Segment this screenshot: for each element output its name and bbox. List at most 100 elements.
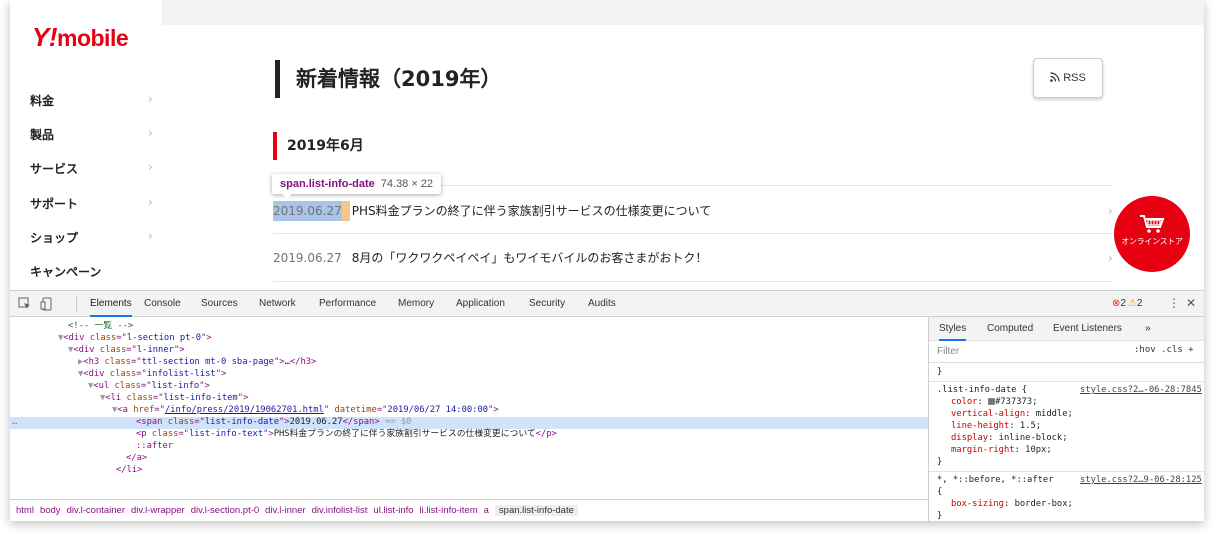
rule-header: .list-info-date { style.css?2…-06-28:7845 [937, 384, 1204, 396]
rss-button[interactable]: RSS [1033, 58, 1103, 98]
tab-audits[interactable]: Audits [588, 291, 616, 317]
dom-node[interactable]: ▼<div class="infolist-list"> [10, 369, 928, 381]
dom-node-selected[interactable]: … <span class="list-info-date">2019.06.27… [10, 417, 928, 429]
rss-icon [1050, 72, 1060, 82]
tab-event-listeners[interactable]: Event Listeners [1053, 317, 1122, 341]
breadcrumb-item[interactable]: ul.list-info [373, 505, 413, 516]
nav-label: サポート [30, 197, 79, 211]
rule-divider [929, 381, 1204, 382]
tab-sources[interactable]: Sources [201, 291, 238, 317]
nav-item-services[interactable]: サービス › [30, 160, 153, 180]
dom-node[interactable]: </a> [10, 453, 928, 465]
top-strip [162, 0, 1204, 25]
news-text: 8月の「ワクワクペイペイ」もワイモバイルのお客さまがおトク！ [351, 251, 708, 265]
breadcrumb-item[interactable]: body [40, 505, 61, 516]
nav-label: キャンペーン [30, 265, 102, 279]
device-toolbar-icon[interactable] [40, 297, 54, 311]
inspect-tooltip: span.list-info-date 74.38 × 22 [272, 174, 442, 199]
warning-icon: ⚠ [1127, 298, 1137, 309]
shopping-cart-icon [1140, 215, 1165, 233]
dom-node[interactable]: ::after [10, 441, 928, 453]
tab-security[interactable]: Security [529, 291, 565, 317]
more-tabs-icon[interactable]: » [1145, 317, 1151, 341]
tab-application[interactable]: Application [456, 291, 505, 317]
nav-item-products[interactable]: 製品 › [30, 126, 153, 146]
dom-node[interactable]: <!-- 一覧 --> [10, 321, 928, 333]
nav-label: サービス [30, 162, 79, 176]
close-icon[interactable]: ✕ [1186, 296, 1196, 310]
tooltip-arrow [282, 193, 292, 199]
style-brace: } [937, 457, 943, 467]
tab-console[interactable]: Console [144, 291, 181, 317]
css-property[interactable]: margin-right: 10px; [937, 444, 1204, 456]
breadcrumb-item[interactable]: li.list-info-item [420, 505, 478, 516]
error-count: 2 [1120, 298, 1126, 309]
breadcrumb-item[interactable]: a [484, 505, 489, 516]
news-text: PHS料金プランの終了に伴う家族割引サービスの仕様変更について [351, 204, 712, 218]
rule-divider [929, 471, 1204, 472]
breadcrumb-item-current[interactable]: span.list-info-date [494, 505, 578, 516]
divider [273, 281, 1113, 282]
filter-options[interactable]: :hov .cls + [1134, 345, 1194, 355]
tab-performance[interactable]: Performance [319, 291, 376, 317]
dom-node[interactable]: ▼<div class="l-section pt-0"> [10, 333, 928, 345]
dom-node[interactable]: </li> [10, 465, 928, 477]
nav-item-price[interactable]: 料金 › [30, 92, 153, 112]
logo-mark: Y! [32, 22, 58, 52]
browser-window: Y!mobile 料金 › 製品 › サービス › サポート › ショップ › キャンペー… [10, 0, 1204, 521]
divider [273, 233, 1113, 234]
dom-node[interactable]: ▼<div class="l-inner"> [10, 345, 928, 357]
styles-filter-input[interactable]: Filter :hov .cls + [929, 341, 1204, 363]
dom-node[interactable]: ▼<li class="list-info-item"> [10, 393, 928, 405]
nav-item-campaign[interactable]: キャンペーン [30, 263, 152, 283]
dom-node[interactable]: ▼<ul class="list-info"> [10, 381, 928, 393]
elements-tree: <!-- 一覧 --> ▼<div class="l-section pt-0"… [10, 317, 928, 499]
breadcrumb-item[interactable]: div.l-inner [265, 505, 305, 516]
tab-styles[interactable]: Styles [939, 317, 967, 341]
css-property[interactable]: color: #737373; [937, 396, 1204, 408]
rule-source-link[interactable]: style.css?2…9-06-28:125 [1080, 474, 1202, 486]
tab-memory[interactable]: Memory [398, 291, 434, 317]
tooltip-selector: span.list-info-date [280, 178, 375, 190]
news-item[interactable]: 2019.06.27 8月の「ワクワクペイペイ」もワイモバイルのお客さまがおトク！… [273, 248, 1118, 268]
css-property[interactable]: box-sizing: border-box; [937, 498, 1204, 510]
tab-network[interactable]: Network [259, 291, 296, 317]
breadcrumb-item[interactable]: html [16, 505, 34, 516]
css-property[interactable]: display: inline-block; [937, 432, 1204, 444]
ymobile-logo[interactable]: Y!mobile [32, 22, 129, 53]
dom-node[interactable]: <p class="list-info-text">PHS料金プランの終了に伴う… [10, 429, 928, 441]
rule-source-link[interactable]: style.css?2…-06-28:7845 [1080, 384, 1202, 396]
rule-selector: .list-info-date { [937, 385, 1028, 395]
tooltip-size: 74.38 × 22 [380, 178, 434, 190]
issue-counts[interactable]: ⊗2 ⚠2 [1112, 298, 1142, 309]
css-property[interactable]: line-height: 1.5; [937, 420, 1204, 432]
breadcrumb-item[interactable]: div.l-container [67, 505, 125, 516]
more-dots-icon: … [12, 417, 18, 427]
chevron-right-icon: › [1108, 251, 1113, 265]
news-date: 2019.06.27 [273, 201, 342, 221]
breadcrumb-item[interactable]: div.infolist-list [312, 505, 368, 516]
dom-node[interactable]: ▶<h3 class="ttl-section mt-0 sba-page">…… [10, 357, 928, 369]
news-date: 2019.06.27 [273, 251, 342, 265]
nav-item-support[interactable]: サポート › [30, 195, 153, 215]
tab-elements[interactable]: Elements [90, 291, 132, 317]
toolbar-separator [76, 296, 77, 312]
css-property[interactable]: vertical-align: middle; [937, 408, 1204, 420]
page-title: 新着情報（2019年） [275, 60, 501, 98]
nav-label: ショップ [30, 231, 79, 245]
style-brace: { [937, 487, 943, 497]
web-page: Y!mobile 料金 › 製品 › サービス › サポート › ショップ › キャンペー… [10, 0, 1204, 290]
more-options-icon[interactable]: ⋮ [1168, 296, 1180, 310]
breadcrumb-item[interactable]: div.l-wrapper [131, 505, 185, 516]
devtools-panel: Elements Console Sources Network Perform… [10, 290, 1204, 521]
tab-computed[interactable]: Computed [987, 317, 1033, 341]
inspect-element-icon[interactable] [18, 297, 32, 311]
filter-placeholder: Filter [937, 346, 960, 357]
breadcrumb: html body div.l-container div.l-wrapper div.… [10, 499, 928, 521]
online-store-button[interactable]: オンラインストア [1114, 196, 1190, 272]
dom-node[interactable]: ▼<a href="/info/press/2019/19062701.html… [10, 405, 928, 417]
news-item[interactable]: 2019.06.27 PHS料金プランの終了に伴う家族割引サービスの仕様変更につい… [273, 201, 1118, 221]
nav-item-shop[interactable]: ショップ › [30, 229, 153, 249]
chevron-right-icon: › [148, 195, 153, 209]
breadcrumb-item[interactable]: div.l-section.pt-0 [191, 505, 259, 516]
